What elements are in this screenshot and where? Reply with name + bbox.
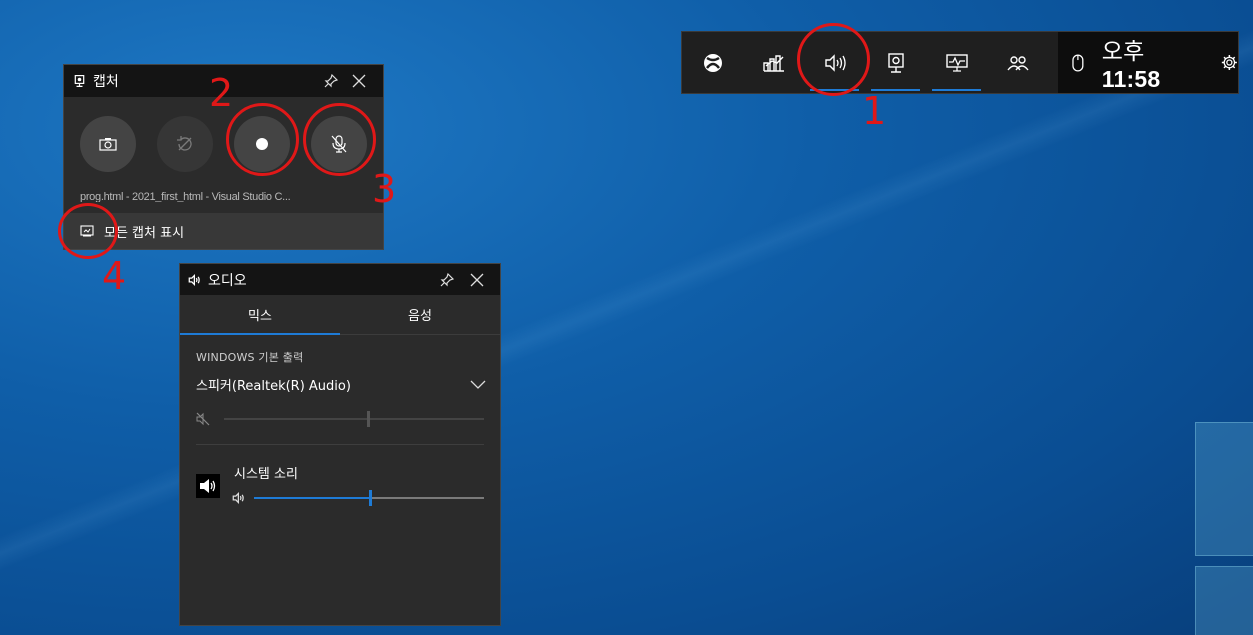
device-volume-row [180,394,500,427]
camera-icon [99,138,117,151]
annotation-number: 4 [102,254,127,298]
game-bar-widgets [682,32,1058,93]
close-icon [470,273,484,286]
windows-logo-pane [1195,566,1253,635]
device-volume-slider[interactable] [224,411,484,427]
record-last-icon [177,136,192,151]
close-button[interactable] [462,273,492,287]
device-volume-thumb[interactable] [367,411,370,427]
speaker-icon [200,479,216,493]
tab-voice[interactable]: 음성 [340,295,500,334]
mouse-icon [1072,53,1084,72]
close-button[interactable] [345,74,373,88]
audio-title: 오디오 [208,272,247,289]
audio-panel: 오디오 믹스 음성 WINDOWS 기본 출력 스피커(Realtek(R) A… [179,263,501,626]
annotation-number: 3 [372,167,397,211]
resources-button[interactable] [926,32,987,93]
audio-title-bar[interactable]: 오디오 [180,264,500,295]
annotation-ring [303,103,376,176]
audio-icon [188,273,200,286]
active-indicator [932,89,981,91]
speaker-muted-icon[interactable] [196,412,210,426]
audio-tabs: 믹스 음성 [180,295,500,335]
close-icon [352,74,366,88]
output-section-label: WINDOWS 기본 출력 [196,351,304,364]
game-bar: 오후11:58 [681,31,1239,94]
annotation-ring [226,103,299,176]
pin-button[interactable] [432,272,462,287]
output-device-select[interactable]: 스피커(Realtek(R) Audio) [180,365,500,394]
app-volume-row: 시스템 소리 [180,445,500,506]
clock: 오후11:58 [1102,32,1209,93]
xbox-button[interactable] [682,32,743,93]
capture-source-window: prog.html - 2021_first_html - Visual Stu… [80,191,291,202]
social-icon [1006,55,1029,70]
annotation-ring [797,23,870,96]
app-volume-fill [254,497,369,499]
resources-icon [945,53,968,72]
capture-widget-button[interactable] [865,32,926,93]
capture-icon [74,75,85,87]
app-volume-control [232,490,484,506]
volume-icon[interactable] [232,492,246,504]
performance-icon [762,54,784,72]
pin-button[interactable] [317,74,345,88]
output-device-name: 스피커(Realtek(R) Audio) [196,379,351,394]
annotation-ring [58,203,118,259]
app-volume-body: 시스템 소리 [232,463,484,506]
clock-ampm: 오후 [1101,38,1145,64]
gear-icon[interactable] [1221,54,1238,71]
game-bar-status: 오후11:58 [1058,32,1238,93]
app-icon [196,474,220,498]
capture-icon [887,52,904,73]
chevron-down-icon [470,380,486,389]
app-volume-thumb[interactable] [369,490,372,506]
tab-mix[interactable]: 믹스 [180,295,340,335]
app-volume-slider[interactable] [254,490,484,506]
app-name: 시스템 소리 [234,467,298,482]
screenshot-button[interactable] [80,116,136,172]
capture-title: 캡처 [93,74,119,90]
annotation-number: 2 [209,71,234,115]
xbox-icon [703,53,722,72]
record-last-button[interactable] [157,116,213,172]
social-button[interactable] [987,32,1048,93]
clock-time: 11:58 [1101,66,1161,92]
pin-icon [440,272,454,286]
performance-button[interactable] [743,32,804,93]
windows-logo-pane [1195,422,1253,556]
pin-icon [324,74,338,88]
annotation-number: 1 [862,89,887,133]
